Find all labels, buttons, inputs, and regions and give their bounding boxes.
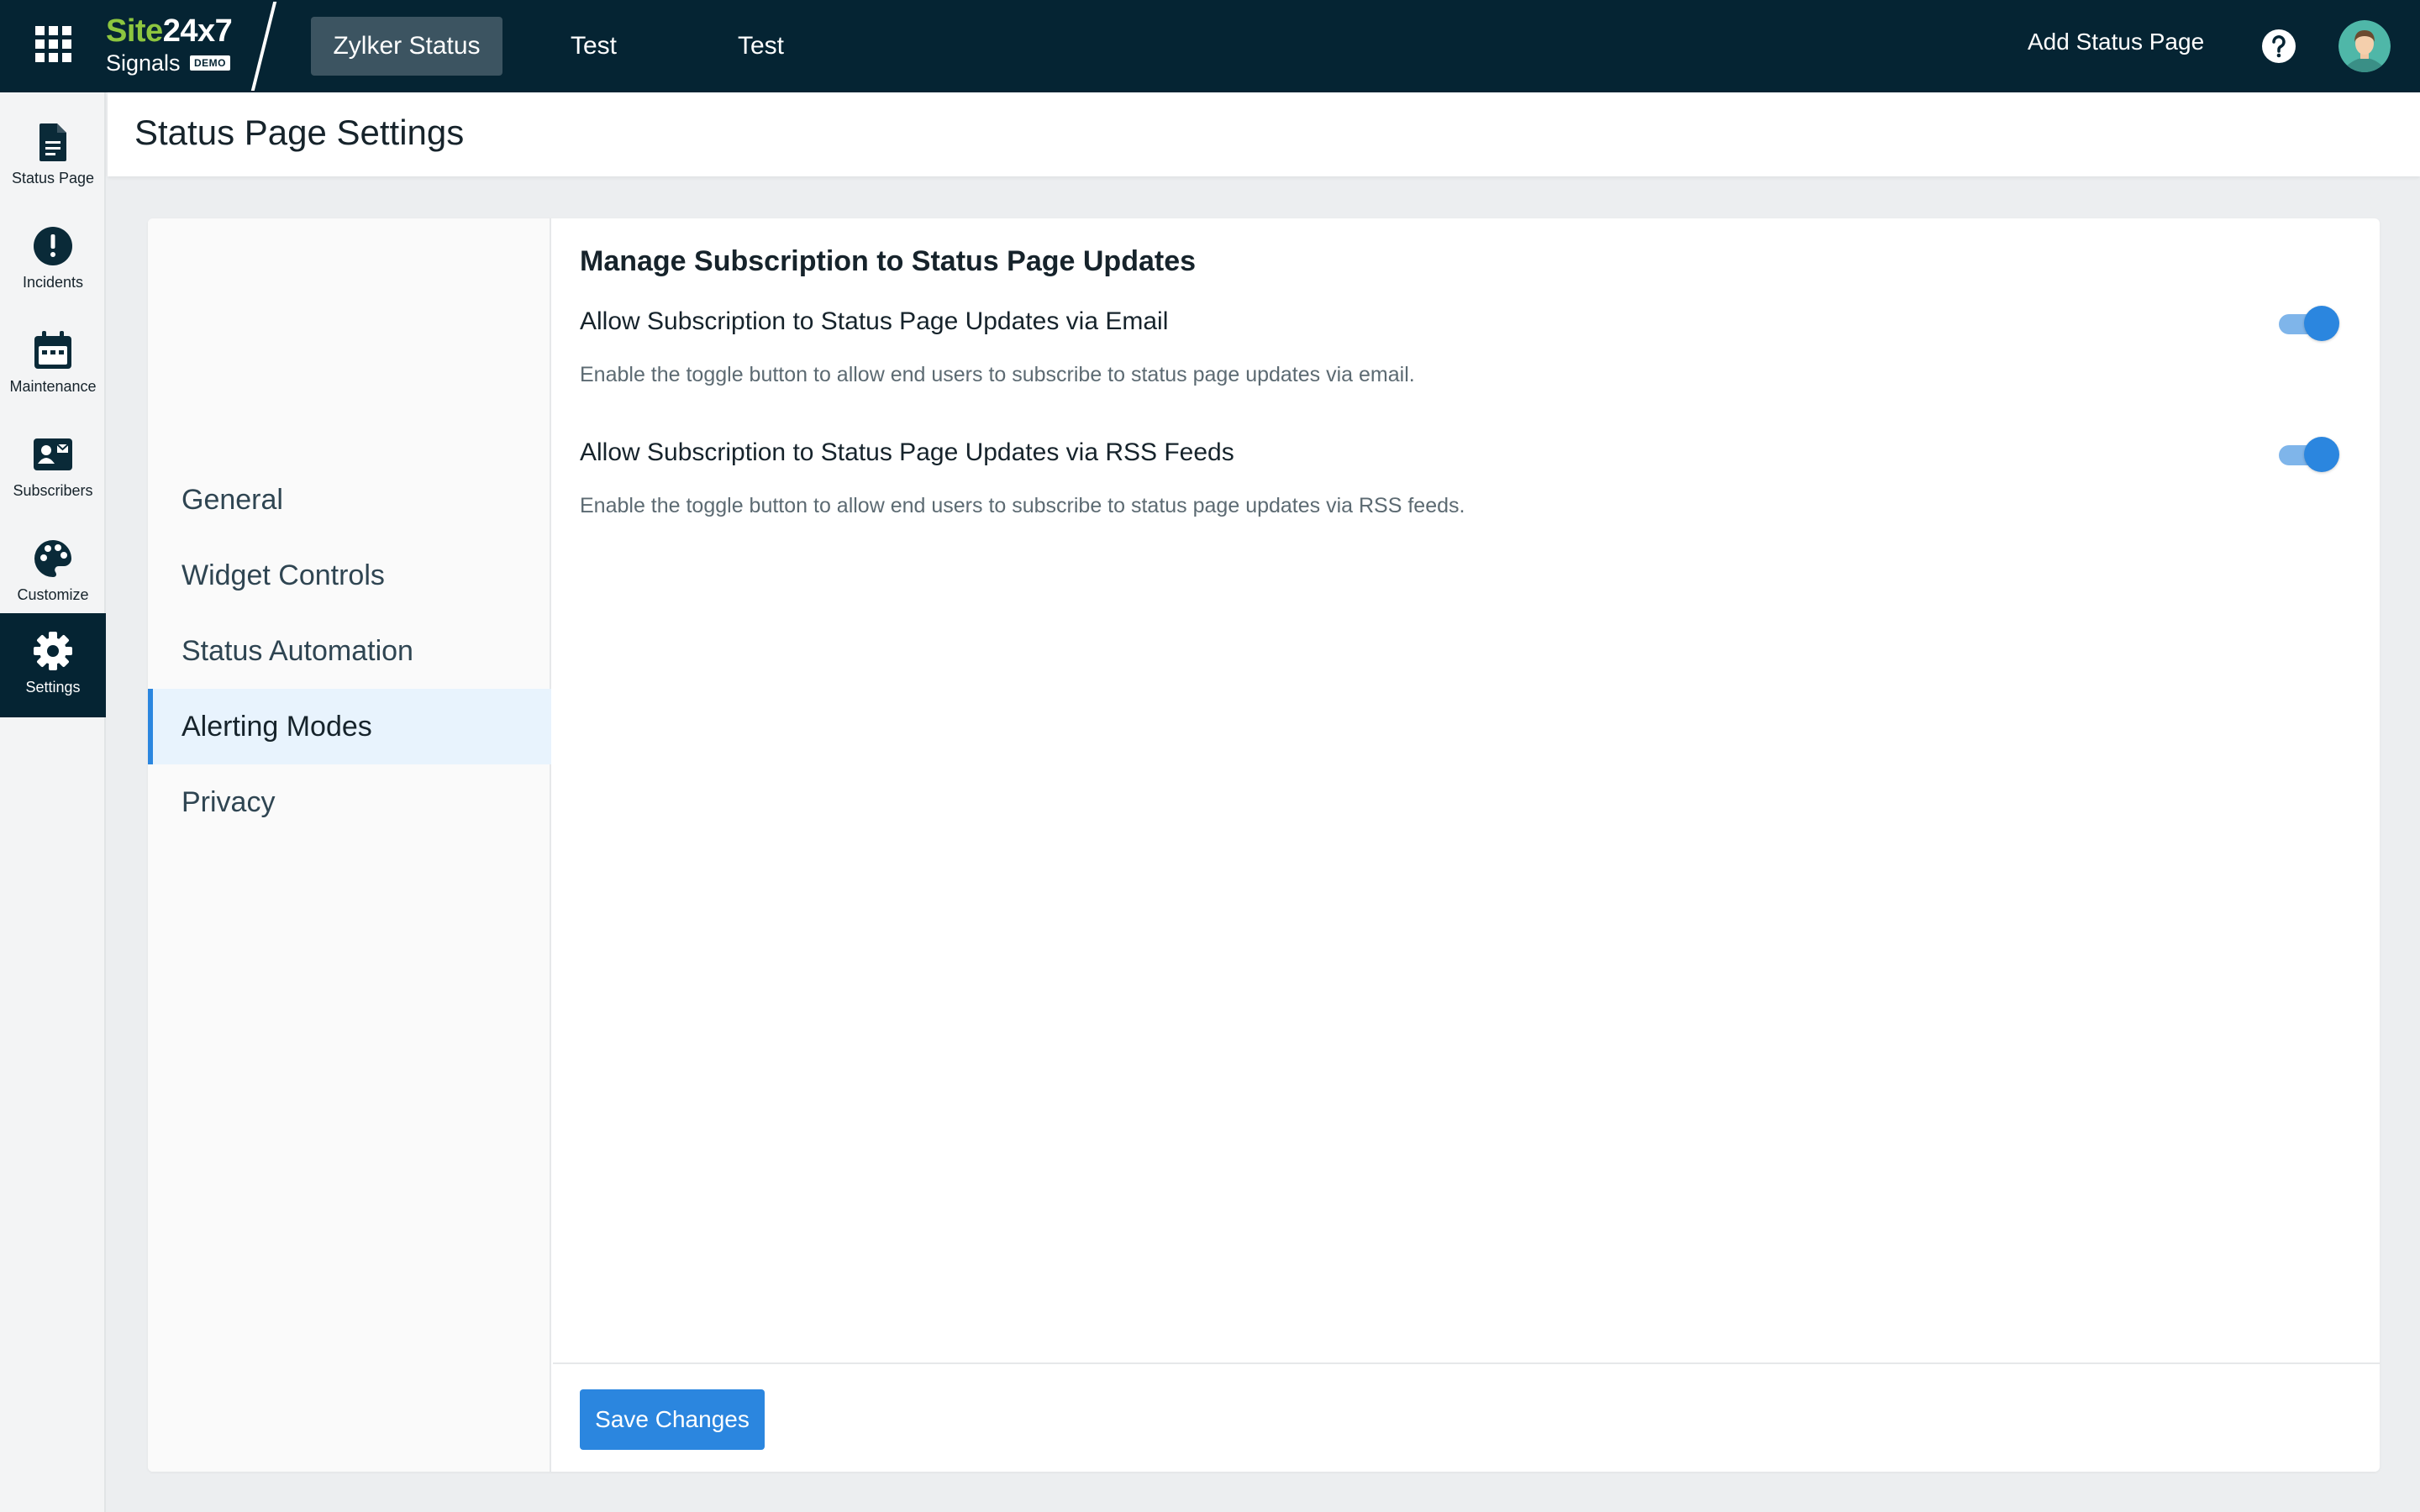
rail-item-label: Subscribers [13,482,93,499]
alerting-modes-panel: Manage Subscription to Status Page Updat… [553,218,2380,1472]
document-icon [32,121,74,163]
rss-subscription-label: Allow Subscription to Status Page Update… [580,438,1234,466]
rail-item-status-page[interactable]: Status Page [0,104,106,208]
rail-item-customize[interactable]: Customize [0,521,106,625]
logo-site-text: Site [106,13,163,49]
settings-nav-item-general[interactable]: General [148,462,551,538]
rail-item-label: Status Page [11,170,95,186]
palette-icon [32,538,74,580]
demo-badge: DEMO [190,55,230,71]
apps-grid-icon[interactable] [34,24,74,65]
tab-test-1[interactable]: Test [554,17,634,76]
rail-item-settings[interactable]: Settings [0,613,106,717]
alert-icon [32,225,74,267]
save-changes-button[interactable]: Save Changes [580,1389,765,1450]
logo-signals-text: Signals [106,50,181,76]
help-icon[interactable] [2261,29,2296,64]
email-subscription-label: Allow Subscription to Status Page Update… [580,307,1169,335]
form-footer: Save Changes [553,1362,2380,1472]
add-status-page-button[interactable]: Add Status Page [2028,29,2204,55]
toggle-knob [2304,437,2339,472]
rss-subscription-description: Enable the toggle button to allow end us… [580,494,1465,517]
rail-item-label: Settings [25,679,81,696]
rail-item-maintenance[interactable]: Maintenance [0,312,106,417]
top-navigation-bar: Site24x7 Signals DEMO Zylker Status Test… [0,0,2420,92]
tab-test-2[interactable]: Test [721,17,801,76]
gear-icon [32,630,74,672]
rail-item-incidents[interactable]: Incidents [0,208,106,312]
rail-item-subscribers[interactable]: Subscribers [0,417,106,521]
email-subscription-toggle[interactable] [2279,304,2339,341]
rss-subscription-toggle[interactable] [2279,435,2339,472]
settings-card: General Widget Controls Status Automatio… [148,218,2380,1472]
tab-zylker-status[interactable]: Zylker Status [311,17,502,76]
settings-nav-item-privacy[interactable]: Privacy [148,764,551,840]
logo-number-text: 24x7 [162,13,233,49]
email-subscription-description: Enable the toggle button to allow end us… [580,363,1415,386]
logo-brand-text: Site24x7 [106,13,233,50]
subscriber-card-icon [32,433,74,475]
page-header: Status Page Settings [108,92,2420,176]
user-avatar[interactable] [2338,20,2391,72]
settings-nav-item-alerting-modes[interactable]: Alerting Modes [148,689,551,764]
left-icon-rail: Status Page Incidents Maintenance Subscr… [0,92,106,1512]
rail-item-label: Incidents [22,274,84,291]
settings-nav: General Widget Controls Status Automatio… [148,218,551,1472]
settings-nav-item-widget-controls[interactable]: Widget Controls [148,538,551,613]
section-title: Manage Subscription to Status Page Updat… [580,245,1197,277]
settings-nav-item-status-automation[interactable]: Status Automation [148,613,551,689]
page-title: Status Page Settings [134,113,465,152]
toggle-knob [2304,306,2339,341]
rail-item-label: Customize [17,586,89,603]
rail-item-label: Maintenance [9,378,97,395]
calendar-icon [32,329,74,371]
logo-divider [250,2,277,91]
